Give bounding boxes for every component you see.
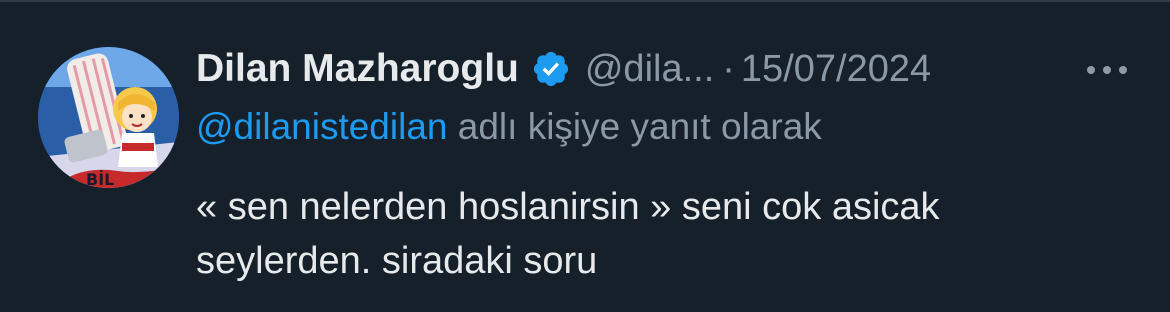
replying-to-line: @dilanistedilan adlı kişiye yanıt olarak xyxy=(196,106,822,148)
tweet-text: « sen nelerden hoslanirsin » seni cok as… xyxy=(196,186,940,282)
reply-label: adlı kişiye yanıt olarak xyxy=(447,106,822,147)
avatar-illustration: BİL xyxy=(38,47,179,188)
header-separator: · xyxy=(722,47,735,90)
author-display-name[interactable]: Dilan Mazharoglu xyxy=(196,47,519,91)
reply-mention-link[interactable]: @dilanistedilan xyxy=(196,106,447,147)
more-options-button[interactable] xyxy=(1078,50,1136,90)
tweet-header: Dilan Mazharoglu @dila... · 15/07/2024 xyxy=(196,44,931,94)
more-horizontal-icon xyxy=(1087,66,1127,74)
tweet-timestamp[interactable]: 15/07/2024 xyxy=(741,48,931,91)
avatar[interactable]: BİL xyxy=(38,47,179,188)
top-divider xyxy=(0,0,1170,2)
author-handle[interactable]: @dila... xyxy=(585,48,714,91)
svg-text:BİL: BİL xyxy=(86,170,114,188)
verified-badge-icon[interactable] xyxy=(531,49,571,89)
